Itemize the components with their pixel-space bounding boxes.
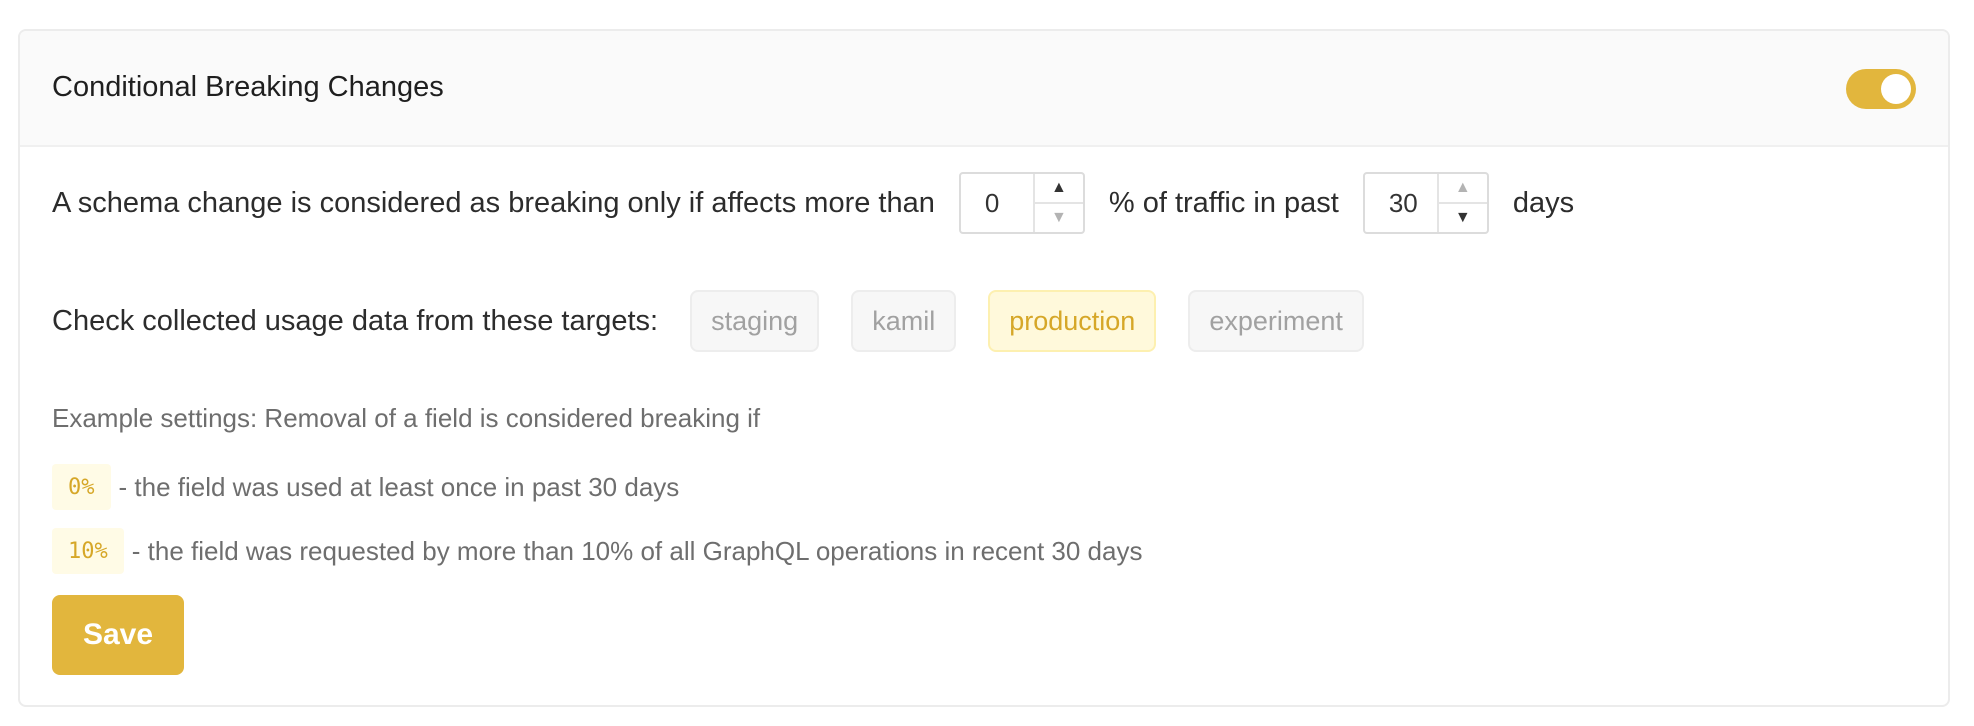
targets-row: Check collected usage data from these ta…: [52, 289, 1396, 353]
enable-toggle[interactable]: [1846, 69, 1916, 109]
target-chip-staging[interactable]: staging: [690, 290, 820, 352]
example-badge: 10%: [52, 528, 124, 574]
example-item: 10% - the field was requested by more th…: [52, 527, 1142, 575]
percentage-stepper: ▲ ▼: [1032, 174, 1083, 232]
percentage-input[interactable]: 0 ▲ ▼: [958, 172, 1085, 234]
save-button[interactable]: Save: [52, 595, 184, 675]
targets-label: Check collected usage data from these ta…: [52, 304, 659, 337]
condition-text-before: A schema change is considered as breakin…: [52, 186, 935, 219]
condition-text-middle: % of traffic in past: [1108, 186, 1339, 219]
condition-text-after: days: [1512, 186, 1575, 219]
example-settings-title: Example settings: Removal of a field is …: [52, 403, 761, 433]
increment-icon[interactable]: ▲: [1438, 174, 1487, 204]
days-input[interactable]: 30 ▲ ▼: [1362, 172, 1489, 234]
target-chip-experiment[interactable]: experiment: [1188, 290, 1364, 352]
example-text: - the field was requested by more than 1…: [131, 535, 1143, 566]
target-chip-kamil[interactable]: kamil: [851, 290, 957, 352]
toggle-knob: [1881, 74, 1911, 104]
conditional-breaking-changes-card: Conditional Breaking Changes A schema ch…: [18, 29, 1950, 707]
example-badge: 0%: [52, 464, 111, 510]
example-text: - the field was used at least once in pa…: [118, 471, 680, 502]
example-item: 0% - the field was used at least once in…: [52, 463, 679, 511]
increment-icon[interactable]: ▲: [1034, 174, 1083, 204]
target-chip-production[interactable]: production: [988, 290, 1157, 352]
card-title: Conditional Breaking Changes: [52, 71, 444, 103]
decrement-icon[interactable]: ▼: [1035, 204, 1083, 232]
days-stepper: ▲ ▼: [1436, 174, 1487, 232]
card-header: Conditional Breaking Changes: [20, 31, 1948, 147]
decrement-icon[interactable]: ▼: [1439, 204, 1487, 232]
traffic-condition-row: A schema change is considered as breakin…: [52, 171, 1574, 235]
